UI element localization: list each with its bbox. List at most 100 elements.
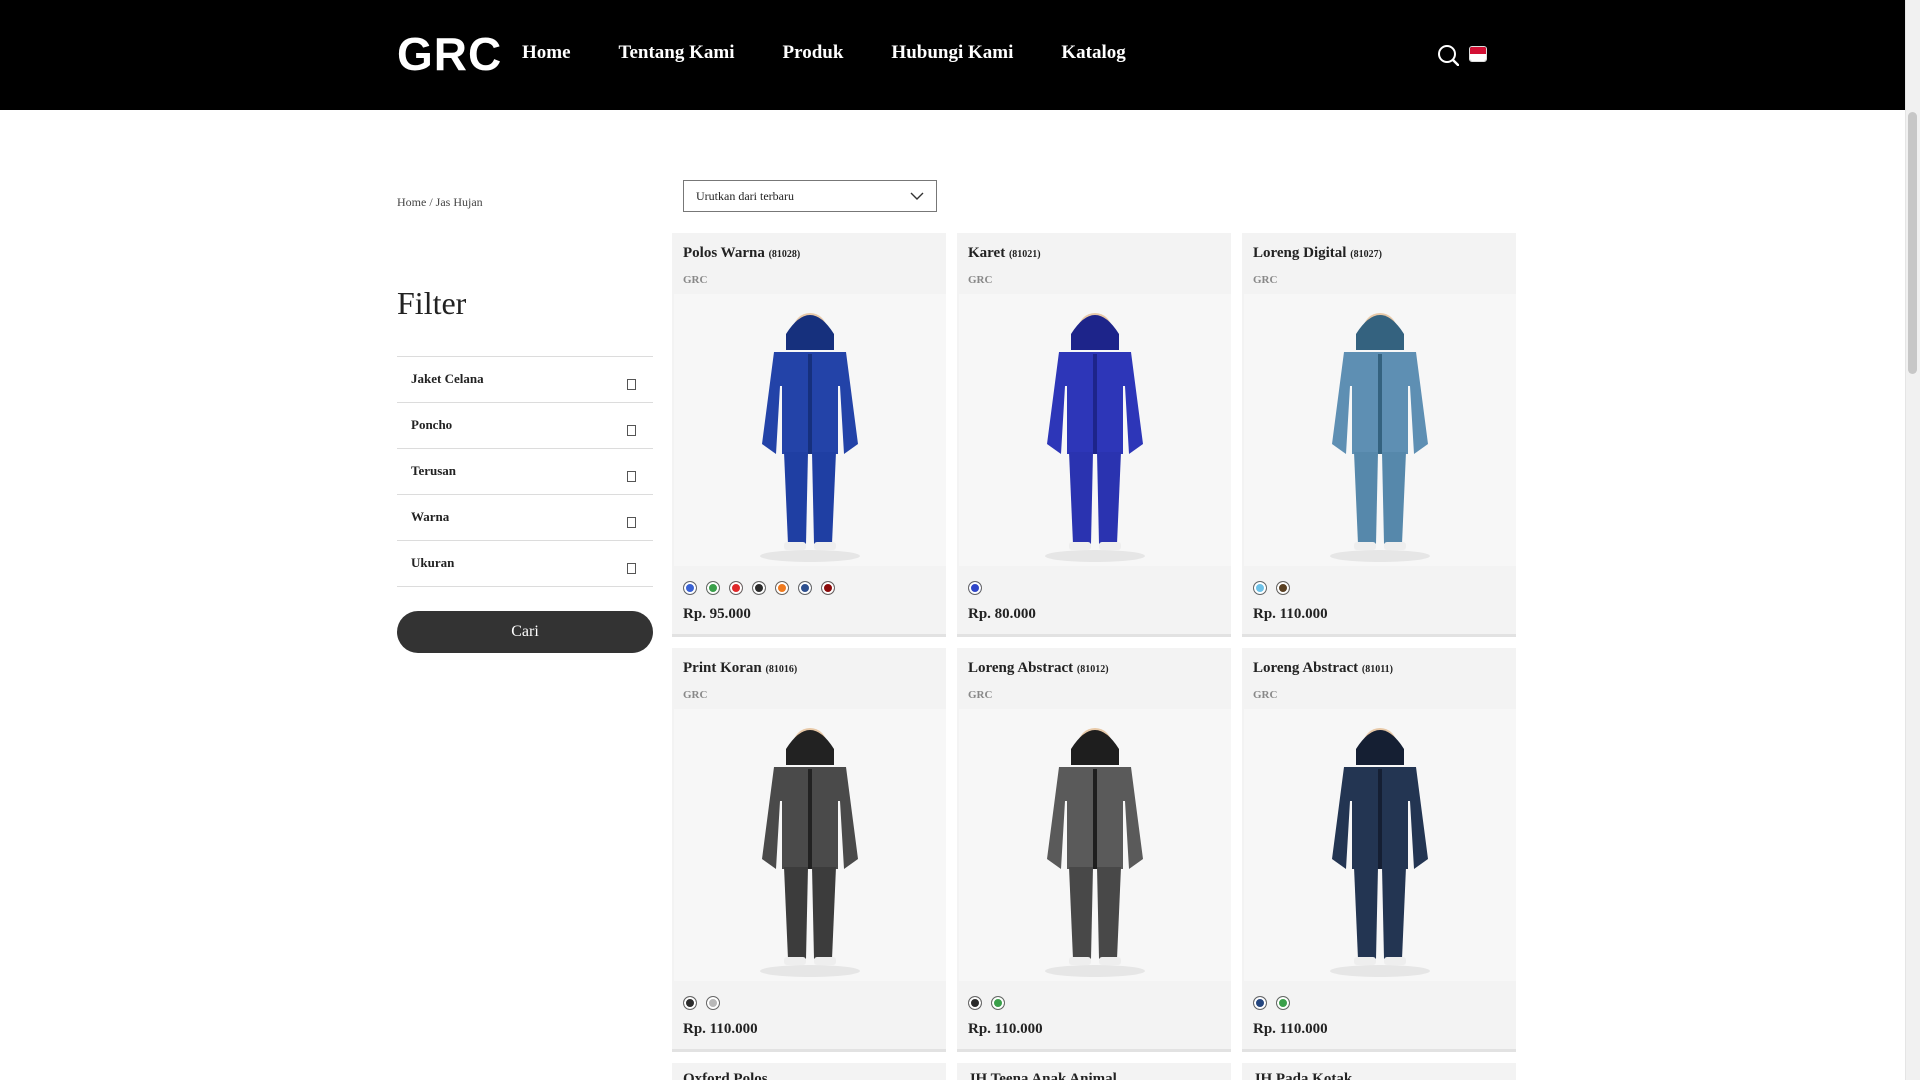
product-card[interactable]: Oxford Polos	[672, 1063, 946, 1080]
product-brand: GRC	[683, 689, 708, 701]
filter-item-poncho[interactable]: Poncho	[397, 403, 653, 449]
site-header: GRC Home Tentang Kami Produk Hubungi Kam…	[0, 0, 1905, 110]
product-price: Rp. 80.000	[968, 606, 1036, 622]
filter-title: Filter	[397, 285, 467, 321]
main-nav: Home Tentang Kami Produk Hubungi Kami Ka…	[522, 42, 1126, 64]
product-image[interactable]	[959, 709, 1231, 981]
filter-label: Ukuran	[411, 555, 455, 570]
color-swatch[interactable]	[683, 581, 697, 595]
raincoat-figure-icon	[674, 709, 946, 981]
filter-item-warna[interactable]: Warna	[397, 495, 653, 541]
cari-button[interactable]: Cari	[397, 611, 653, 653]
product-code: (81016)	[765, 664, 798, 675]
nav-katalog[interactable]: Katalog	[1061, 42, 1125, 64]
product-brand: GRC	[1253, 689, 1278, 701]
flag-indonesia-icon[interactable]	[1469, 46, 1487, 62]
color-swatches	[1253, 996, 1290, 1010]
color-swatches	[1253, 581, 1290, 595]
grc-logo[interactable]: GRC	[397, 31, 502, 77]
product-card[interactable]: JH Pada Kotak	[1242, 1063, 1516, 1080]
product-card[interactable]: Loreng Digital (81027) GRC Rp. 110.000	[1242, 233, 1516, 637]
raincoat-figure-icon	[1244, 294, 1516, 566]
color-swatch[interactable]	[968, 996, 982, 1010]
nav-tentang-kami[interactable]: Tentang Kami	[619, 42, 735, 64]
nav-home[interactable]: Home	[522, 42, 571, 64]
product-name[interactable]: Karet (81021)	[968, 245, 1041, 262]
product-name[interactable]: Oxford Polos	[683, 1071, 768, 1080]
nav-hubungi-kami[interactable]: Hubungi Kami	[891, 42, 1013, 64]
color-swatches	[683, 581, 835, 595]
raincoat-figure-icon	[959, 294, 1231, 566]
filter-checkbox[interactable]	[627, 425, 636, 436]
sort-selected-value: Urutkan dari terbaru	[696, 189, 794, 203]
filter-label: Poncho	[411, 417, 453, 432]
product-code: (81028)	[768, 249, 801, 260]
filter-label: Jaket Celana	[411, 371, 484, 386]
product-name[interactable]: Print Koran (81016)	[683, 660, 797, 677]
filter-item-jaket-celana[interactable]: Jaket Celana	[397, 357, 653, 403]
product-name[interactable]: Loreng Digital (81027)	[1253, 245, 1382, 262]
product-image[interactable]	[674, 294, 946, 566]
product-card[interactable]: Karet (81021) GRC Rp. 80.000	[957, 233, 1231, 637]
chevron-down-icon	[910, 192, 924, 200]
color-swatch[interactable]	[706, 581, 720, 595]
filter-label: Warna	[411, 509, 450, 524]
raincoat-figure-icon	[674, 294, 946, 566]
product-name[interactable]: JH Pada Kotak	[1253, 1071, 1352, 1080]
color-swatch[interactable]	[775, 581, 789, 595]
product-image[interactable]	[674, 709, 946, 981]
color-swatch[interactable]	[683, 996, 697, 1010]
color-swatch[interactable]	[729, 581, 743, 595]
product-image[interactable]	[1244, 709, 1516, 981]
product-card[interactable]: Polos Warna (81028) GRC Rp. 95.000	[672, 233, 946, 637]
filter-checkbox[interactable]	[627, 471, 636, 482]
product-card[interactable]: Print Koran (81016) GRC Rp. 110.000	[672, 648, 946, 1052]
color-swatch[interactable]	[1276, 581, 1290, 595]
product-image[interactable]	[959, 294, 1231, 566]
color-swatch[interactable]	[821, 581, 835, 595]
color-swatches	[968, 581, 982, 595]
raincoat-figure-icon	[959, 709, 1231, 981]
filter-checkbox[interactable]	[627, 563, 636, 574]
product-card[interactable]: Loreng Abstract (81011) GRC Rp. 110.000	[1242, 648, 1516, 1052]
product-card[interactable]: Loreng Abstract (81012) GRC Rp. 110.000	[957, 648, 1231, 1052]
product-price: Rp. 110.000	[683, 1021, 758, 1037]
product-name[interactable]: Polos Warna (81028)	[683, 245, 800, 262]
product-code: (81027)	[1350, 249, 1382, 260]
nav-produk[interactable]: Produk	[783, 42, 844, 64]
breadcrumb[interactable]: Home / Jas Hujan	[397, 195, 483, 210]
product-card[interactable]: JH Teena Anak Animal	[957, 1063, 1231, 1080]
product-code: (81012)	[1076, 664, 1109, 675]
product-price: Rp. 110.000	[968, 1021, 1043, 1037]
raincoat-figure-icon	[1244, 709, 1516, 981]
filter-checkbox[interactable]	[627, 379, 636, 390]
color-swatches	[683, 996, 720, 1010]
filter-list: Jaket Celana Poncho Terusan Warna Ukuran	[397, 356, 653, 587]
product-brand: GRC	[683, 274, 708, 286]
page-scrollbar-thumb[interactable]	[1908, 112, 1917, 374]
color-swatch[interactable]	[798, 581, 812, 595]
product-name[interactable]: Loreng Abstract (81011)	[1253, 660, 1393, 677]
product-brand: GRC	[968, 274, 993, 286]
product-name[interactable]: Loreng Abstract (81012)	[968, 660, 1109, 677]
color-swatch[interactable]	[991, 996, 1005, 1010]
product-name[interactable]: JH Teena Anak Animal	[968, 1071, 1117, 1080]
product-brand: GRC	[1253, 274, 1278, 286]
sort-select[interactable]: Urutkan dari terbaru	[683, 180, 937, 212]
color-swatch[interactable]	[1253, 996, 1267, 1010]
color-swatch[interactable]	[968, 581, 982, 595]
color-swatch[interactable]	[1253, 581, 1267, 595]
color-swatches	[968, 996, 1005, 1010]
product-image[interactable]	[1244, 294, 1516, 566]
color-swatch[interactable]	[706, 996, 720, 1010]
product-code: (81011)	[1361, 664, 1393, 675]
product-brand: GRC	[968, 689, 993, 701]
color-swatch[interactable]	[752, 581, 766, 595]
filter-item-terusan[interactable]: Terusan	[397, 449, 653, 495]
color-swatch[interactable]	[1276, 996, 1290, 1010]
search-icon[interactable]	[1437, 44, 1459, 66]
filter-item-ukuran[interactable]: Ukuran	[397, 541, 653, 587]
filter-checkbox[interactable]	[627, 517, 636, 528]
filter-label: Terusan	[411, 463, 457, 478]
product-price: Rp. 110.000	[1253, 1021, 1328, 1037]
